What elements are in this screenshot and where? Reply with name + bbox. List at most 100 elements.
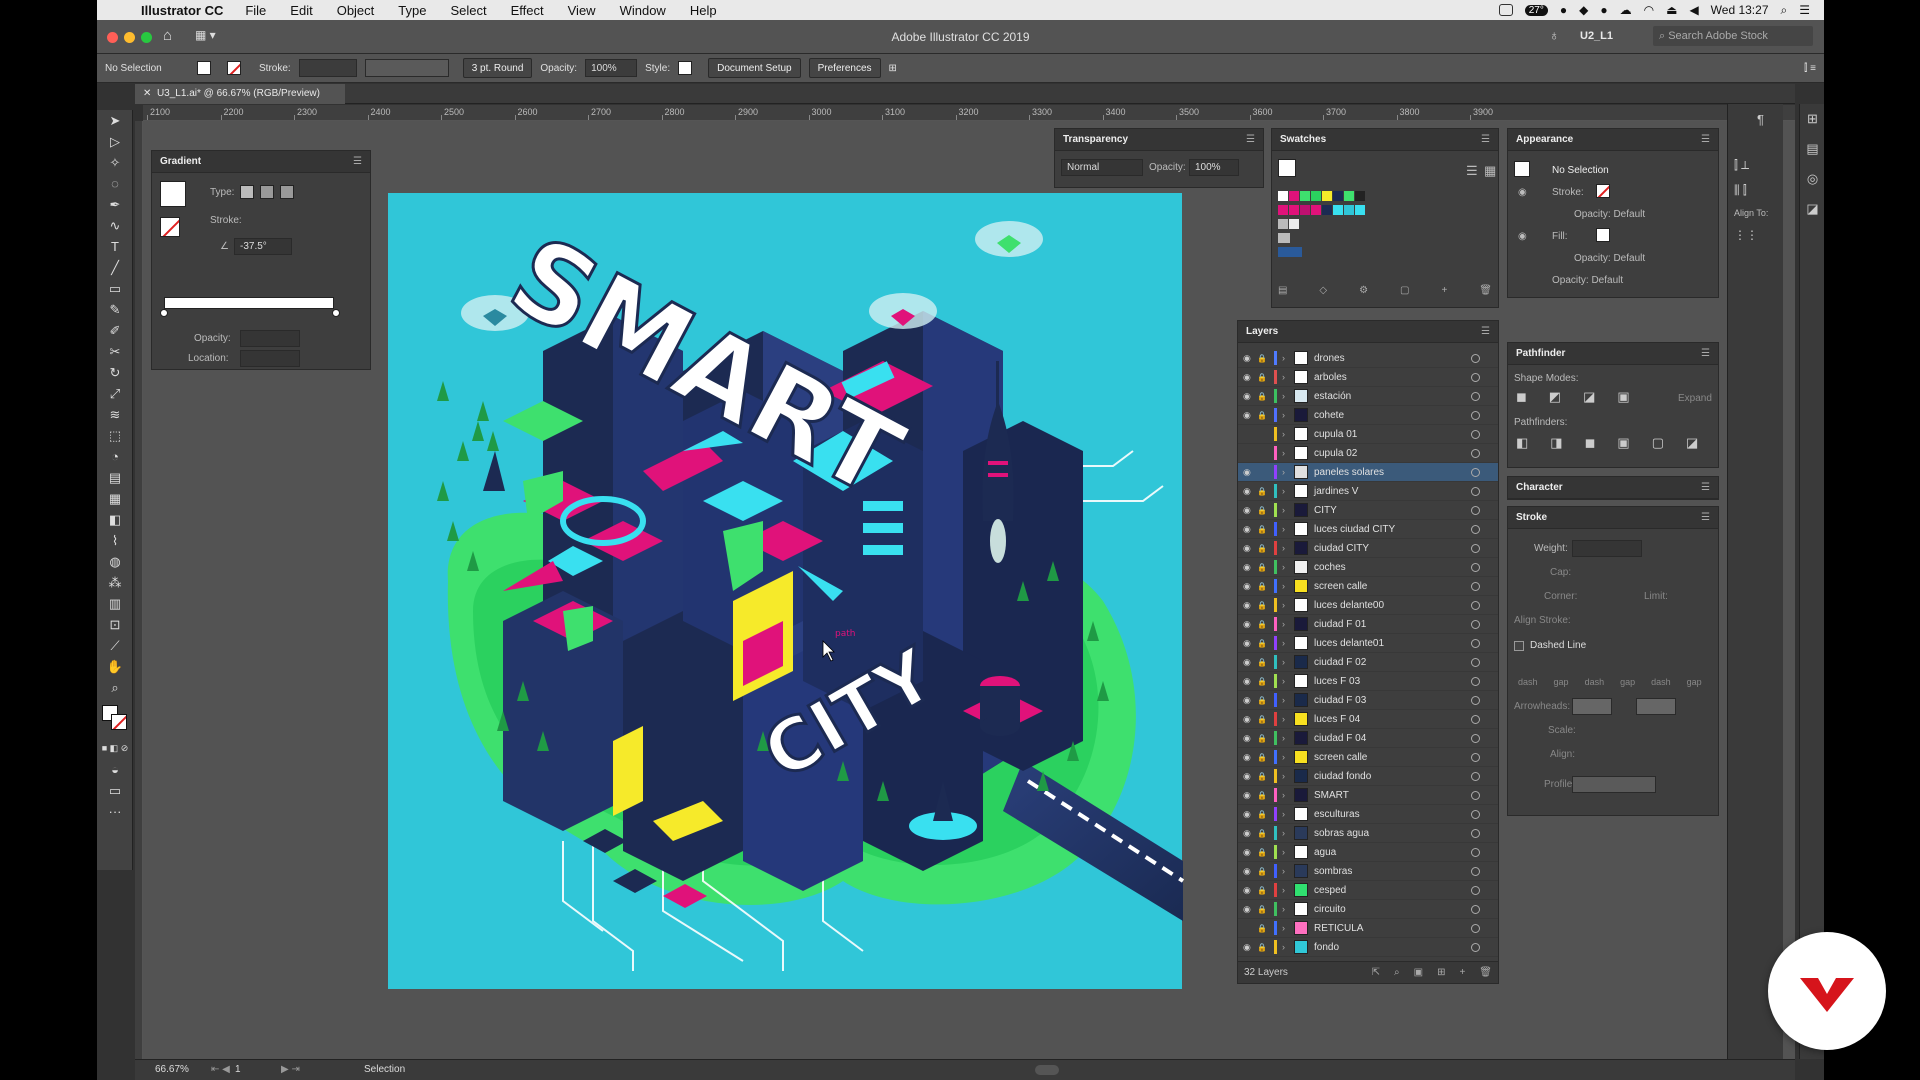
- layer-lock-icon[interactable]: 🔒: [1257, 658, 1269, 667]
- new-layer-icon[interactable]: +: [1459, 967, 1465, 978]
- layer-expand-chevron-icon[interactable]: ›: [1282, 391, 1294, 401]
- layer-lock-icon[interactable]: 🔒: [1257, 924, 1269, 933]
- layer-target-icon[interactable]: [1471, 714, 1480, 724]
- horizontal-ruler[interactable]: 2100 2200 2300 2400 2500 2600 2700 2800 2900 3000…: [143, 105, 1795, 121]
- layer-visibility-eye-icon[interactable]: ◉: [1243, 676, 1257, 687]
- layer-expand-chevron-icon[interactable]: ›: [1282, 505, 1294, 515]
- new-swatch-icon[interactable]: +: [1441, 285, 1447, 296]
- stroke-weight-field[interactable]: [298, 59, 357, 77]
- layer-target-icon[interactable]: [1471, 581, 1480, 591]
- layer-lock-icon[interactable]: 🔒: [1257, 544, 1269, 553]
- layer-row[interactable]: ◉ 🔒 › circuito: [1238, 900, 1498, 919]
- symbol-sprayer-tool-icon[interactable]: ⁂: [97, 572, 133, 593]
- layer-row[interactable]: ◉ 🔒 › luces F 03: [1238, 672, 1498, 691]
- layer-expand-chevron-icon[interactable]: ›: [1282, 353, 1294, 363]
- layer-target-icon[interactable]: [1471, 866, 1480, 876]
- swatch-kind-icon[interactable]: ◇: [1319, 285, 1327, 296]
- layer-name[interactable]: luces delante01: [1314, 638, 1471, 649]
- swatch-green-2[interactable]: [1311, 191, 1321, 201]
- layer-lock-icon[interactable]: 🔒: [1257, 753, 1269, 762]
- rotate-tool-icon[interactable]: ↻: [97, 362, 133, 383]
- layer-name[interactable]: esculturas: [1314, 809, 1471, 820]
- volume-icon[interactable]: ◀: [1689, 3, 1698, 17]
- layer-name[interactable]: cohete: [1314, 410, 1471, 421]
- layer-target-icon[interactable]: [1471, 486, 1480, 496]
- artboards-icon[interactable]: ⊞: [1800, 104, 1824, 134]
- layer-expand-chevron-icon[interactable]: ›: [1282, 904, 1294, 914]
- layer-lock-icon[interactable]: 🔒: [1257, 487, 1269, 496]
- swatch-black[interactable]: [1355, 191, 1365, 201]
- layer-visibility-eye-icon[interactable]: ◉: [1243, 467, 1257, 478]
- layer-lock-icon[interactable]: 🔒: [1257, 392, 1269, 401]
- grid-view-icon[interactable]: ▦: [1484, 163, 1496, 179]
- layer-expand-chevron-icon[interactable]: ›: [1282, 752, 1294, 762]
- layer-name[interactable]: agua: [1314, 847, 1471, 858]
- layer-visibility-eye-icon[interactable]: ◉: [1243, 752, 1257, 763]
- unite-icon[interactable]: ◼: [1516, 389, 1527, 405]
- panel-menu-icon[interactable]: ☰: [1481, 326, 1490, 337]
- layer-row[interactable]: ◉ 🔒 › luces delante01: [1238, 634, 1498, 653]
- layer-target-icon[interactable]: [1471, 543, 1480, 553]
- layer-target-icon[interactable]: [1471, 600, 1480, 610]
- shape-builder-tool-icon[interactable]: ◔: [97, 446, 133, 467]
- layer-target-icon[interactable]: [1471, 448, 1480, 458]
- fill-color-swatch[interactable]: [197, 61, 211, 75]
- pen-tool-icon[interactable]: ✒: [97, 194, 133, 215]
- paintbrush-tool-icon[interactable]: ✎: [97, 299, 133, 320]
- layer-row[interactable]: ◉ 🔒 › jardines V: [1238, 482, 1498, 501]
- layer-target-icon[interactable]: [1471, 733, 1480, 743]
- layer-name[interactable]: ciudad fondo: [1314, 771, 1471, 782]
- align-to-artboard-icon[interactable]: ⋮⋮: [1734, 228, 1778, 242]
- layer-expand-chevron-icon[interactable]: ›: [1282, 828, 1294, 838]
- layer-visibility-eye-icon[interactable]: ◉: [1243, 391, 1257, 402]
- gradient-stop-right[interactable]: [332, 309, 340, 317]
- fill-stroke-widget[interactable]: [97, 698, 133, 738]
- layer-target-icon[interactable]: [1471, 904, 1480, 914]
- layer-row[interactable]: ◉ 🔒 › cesped: [1238, 881, 1498, 900]
- layer-visibility-eye-icon[interactable]: ◉: [1243, 790, 1257, 801]
- layer-name[interactable]: screen calle: [1314, 581, 1471, 592]
- layer-target-icon[interactable]: [1471, 676, 1480, 686]
- layer-row[interactable]: ◉ 🔒 › ciudad fondo: [1238, 767, 1498, 786]
- layer-name[interactable]: sombras: [1314, 866, 1471, 877]
- gradient-opacity-field[interactable]: [240, 330, 300, 347]
- close-tab-icon[interactable]: ✕: [143, 88, 151, 99]
- stroke-visibility-eye-icon[interactable]: ◉: [1518, 187, 1527, 198]
- column-graph-tool-icon[interactable]: ▥: [97, 593, 133, 614]
- appearance-stroke-swatch[interactable]: [1596, 184, 1610, 198]
- layer-row[interactable]: ◉ 🔒 › fondo: [1238, 938, 1498, 957]
- layer-target-icon[interactable]: [1471, 657, 1480, 667]
- exclude-icon[interactable]: ▣: [1617, 389, 1629, 405]
- layer-expand-chevron-icon[interactable]: ›: [1282, 847, 1294, 857]
- blend-tool-icon[interactable]: ◍: [97, 551, 133, 572]
- layer-name[interactable]: circuito: [1314, 904, 1471, 915]
- layer-target-icon[interactable]: [1471, 410, 1480, 420]
- cloud-icon[interactable]: ☁: [1620, 3, 1632, 17]
- layer-name[interactable]: screen calle: [1314, 752, 1471, 763]
- layer-lock-icon[interactable]: 🔒: [1257, 772, 1269, 781]
- swatch-cyan-3[interactable]: [1355, 205, 1365, 215]
- crop-icon[interactable]: ▣: [1617, 435, 1629, 451]
- panel-menu-icon[interactable]: ☰: [1701, 482, 1710, 493]
- wifi-icon[interactable]: ◠: [1644, 3, 1654, 17]
- layer-visibility-eye-icon[interactable]: ◉: [1243, 562, 1257, 573]
- swatch-cyan[interactable]: [1333, 205, 1343, 215]
- swatch-cyan-2[interactable]: [1344, 205, 1354, 215]
- clipping-mask-icon[interactable]: ▣: [1414, 967, 1423, 978]
- panel-menu-icon[interactable]: ☰: [1701, 512, 1710, 523]
- panel-menu-icon[interactable]: ☰: [1701, 134, 1710, 145]
- layer-expand-chevron-icon[interactable]: ›: [1282, 638, 1294, 648]
- object-opacity[interactable]: Opacity: Default: [1552, 275, 1623, 286]
- layer-target-icon[interactable]: [1471, 391, 1480, 401]
- layer-row[interactable]: ◉ 🔒 › luces F 04: [1238, 710, 1498, 729]
- selection-tool-icon[interactable]: ➤: [97, 110, 133, 131]
- layer-visibility-eye-icon[interactable]: ◉: [1243, 486, 1257, 497]
- layer-visibility-eye-icon[interactable]: ◉: [1243, 581, 1257, 592]
- layer-expand-chevron-icon[interactable]: ›: [1282, 486, 1294, 496]
- radial-gradient-icon[interactable]: [260, 185, 274, 199]
- layer-visibility-eye-icon[interactable]: ◉: [1243, 619, 1257, 630]
- layer-expand-chevron-icon[interactable]: ›: [1282, 619, 1294, 629]
- layer-row[interactable]: ◉ 🔒 › drones: [1238, 349, 1498, 368]
- gradient-slider[interactable]: [164, 297, 334, 309]
- layer-target-icon[interactable]: [1471, 923, 1480, 933]
